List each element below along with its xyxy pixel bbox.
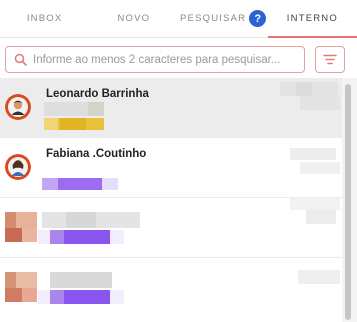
blurred-time [300,96,340,110]
avatar [5,154,31,180]
tab-pesquisar[interactable]: PESQUISAR ? [179,0,268,37]
scrollbar-thumb[interactable] [345,84,351,320]
scrollbar[interactable] [342,78,357,322]
contact-item-leonardo-barrinha[interactable]: Leonardo Barrinha [0,78,342,138]
tab-inbox[interactable]: INBOX [0,0,89,37]
blurred-time [290,198,340,210]
tab-novo-label: NOVO [117,13,151,24]
blurred-text [88,102,104,116]
blurred-time [306,210,336,224]
tag-badge-shade [50,230,64,244]
tab-inbox-label: INBOX [26,13,63,24]
tag-badge [58,178,102,190]
tag-badge-shade [60,118,86,130]
search-box [5,46,305,73]
search-input[interactable] [33,53,303,66]
search-icon [14,53,27,66]
contact-name: Fabiana .Coutinho [46,148,147,160]
contact-item-fabiana-coutinho[interactable]: Fabiana .Coutinho [0,138,342,198]
blurred-time [298,270,340,284]
tag-badge-shade [44,118,58,130]
tag-badge [42,178,58,190]
blurred-text [66,212,96,228]
blurred-time [290,148,336,160]
filter-button[interactable] [315,46,345,73]
blurred-time [300,162,340,174]
avatar-shade [22,288,37,302]
contact-name: Leonardo Barrinha [46,88,149,100]
tab-interno[interactable]: INTERNO [267,0,357,38]
tag-badge-shade [50,290,64,304]
blurred-text [50,272,112,288]
contact-item-3[interactable] [0,198,342,258]
contact-item-4[interactable] [0,258,342,318]
tab-novo[interactable]: NOVO [89,0,178,37]
contact-list: Leonardo Barrinha Fabiana .Coutinho [0,78,342,322]
tab-interno-label: INTERNO [286,13,338,24]
avatar-shade [5,272,16,288]
avatar-shade [22,228,37,242]
filter-icon [323,54,337,65]
tab-pesquisar-label: PESQUISAR [180,13,247,24]
blurred-time [296,82,312,96]
help-icon[interactable]: ? [249,10,267,27]
avatar [5,94,31,120]
avatar-shade [5,212,16,228]
tab-bar: INBOX NOVO PESQUISAR ? INTERNO [0,0,357,38]
